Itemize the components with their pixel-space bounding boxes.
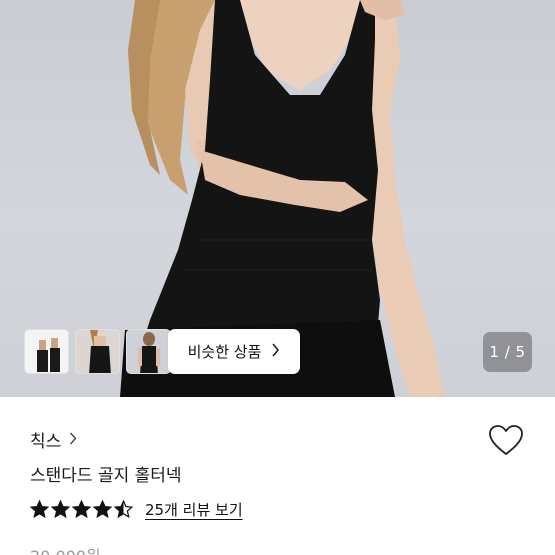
wishlist-button[interactable] (487, 423, 525, 459)
thumbnail-2-image (76, 330, 119, 373)
thumbnail-strip (24, 329, 171, 374)
thumbnail-1[interactable] (24, 329, 69, 374)
star-full-icon (72, 500, 91, 519)
heart-outline-icon (489, 424, 523, 455)
brand-link[interactable]: 칙스 (30, 427, 77, 452)
similar-products-label: 비슷한 상품 (187, 343, 262, 361)
thumbnail-1-image (25, 330, 68, 373)
thumbnail-3-image (127, 330, 170, 373)
page-separator: / (499, 343, 516, 361)
thumbnail-2[interactable] (75, 329, 120, 374)
chevron-right-icon (271, 343, 280, 360)
product-info: 칙스 스탠다드 골지 홀터넥 25개 리뷰 보기 20,000원 (0, 397, 555, 555)
brand-name: 칙스 (30, 432, 62, 452)
chevron-right-icon (69, 430, 77, 449)
total-pages: 5 (515, 343, 526, 361)
star-full-icon (51, 500, 70, 519)
image-page-counter: 1 / 5 (483, 332, 532, 372)
star-half-icon (114, 500, 133, 519)
product-price: 20,000원 (30, 543, 101, 555)
similar-products-button[interactable]: 비슷한 상품 (168, 329, 300, 374)
current-page: 1 (489, 343, 500, 361)
rating-row: 25개 리뷰 보기 (30, 499, 243, 520)
product-title: 스탠다드 골지 홀터넥 (30, 466, 182, 486)
thumbnail-3[interactable] (126, 329, 171, 374)
star-full-icon (93, 500, 112, 519)
star-full-icon (30, 500, 49, 519)
review-link[interactable]: 25개 리뷰 보기 (145, 499, 243, 520)
product-image-gallery[interactable]: 비슷한 상품 1 / 5 (0, 0, 555, 397)
star-rating (30, 500, 133, 519)
